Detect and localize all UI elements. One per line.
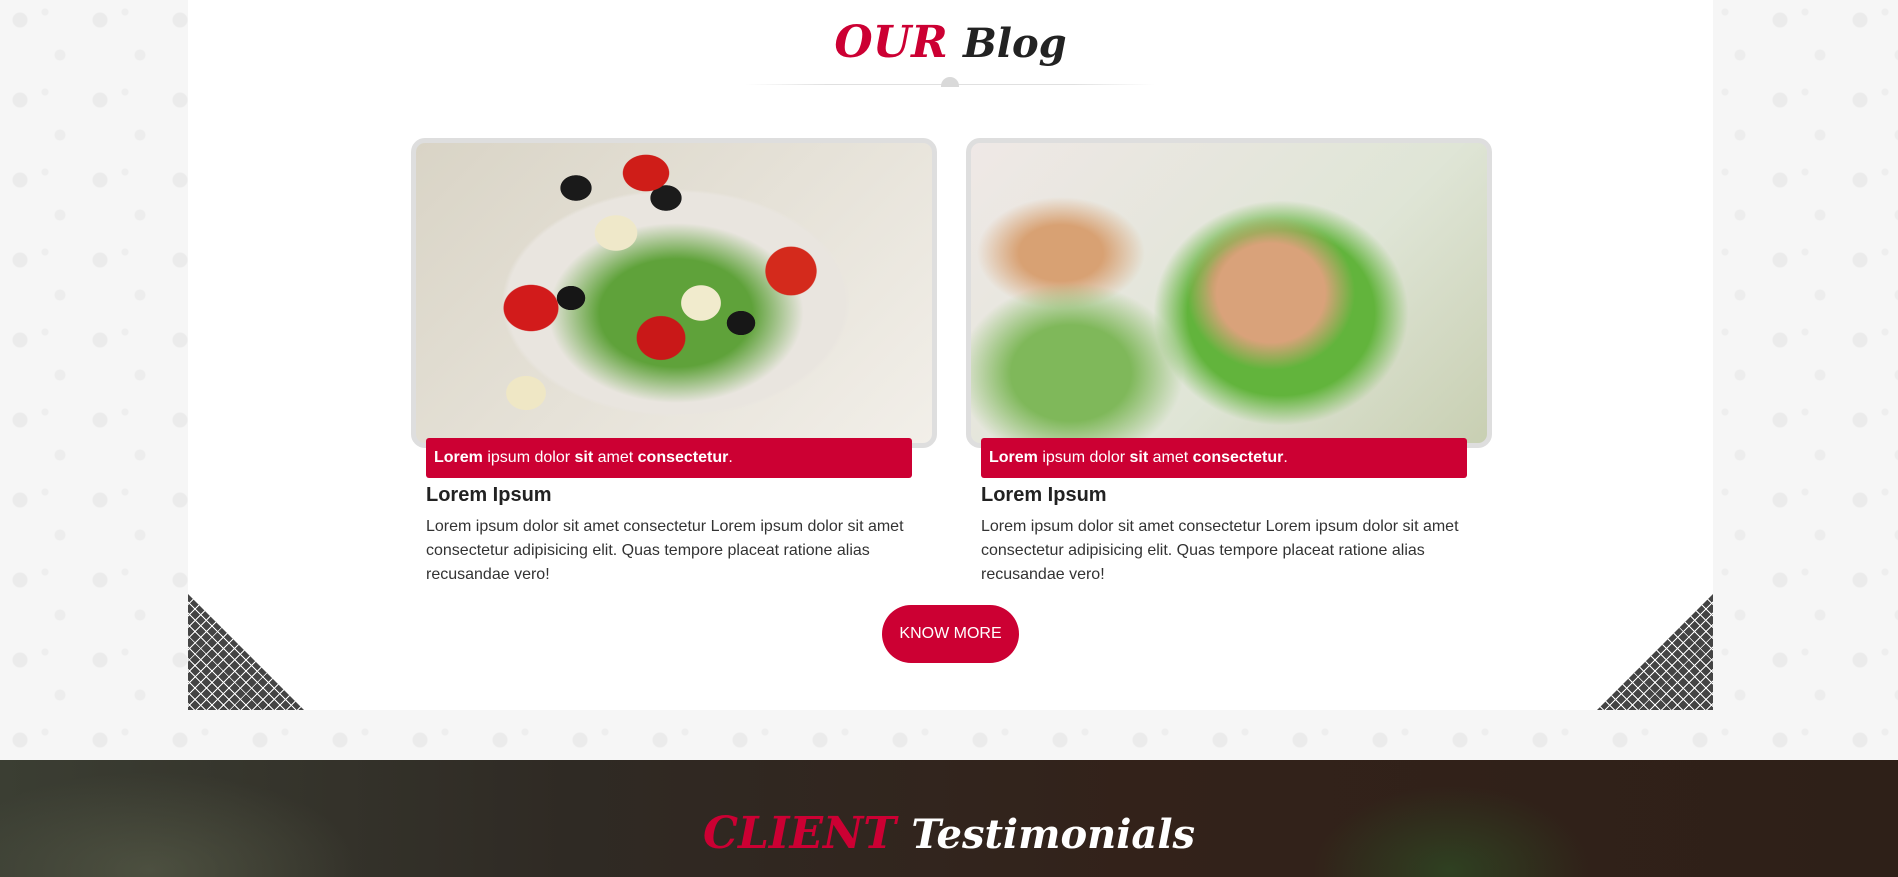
caption-bold: Lorem [434, 449, 483, 466]
card-text: Lorem ipsum dolor sit amet consectetur L… [981, 518, 1459, 583]
caption-bold: Lorem [989, 449, 1038, 466]
caption-bold: sit [1129, 449, 1149, 466]
blog-card[interactable]: Lorem ipsum dolor sit amet consectetur. … [966, 138, 1492, 583]
card-caption: Lorem ipsum dolor sit amet consectetur. [426, 438, 912, 478]
caption-bold: consectetur [637, 449, 729, 466]
card-text: Lorem ipsum dolor sit amet consectetur L… [426, 518, 904, 583]
card-caption: Lorem ipsum dolor sit amet consectetur. [981, 438, 1467, 478]
caption-text: ipsum dolor [1037, 449, 1130, 466]
caption-text: amet [593, 449, 638, 466]
testimonials-title-rest: Testimonials [911, 811, 1196, 858]
chicken-image[interactable] [966, 138, 1492, 448]
card-heading[interactable]: Lorem Ipsum [981, 484, 1107, 507]
salad-image[interactable] [411, 138, 937, 448]
blog-title: OUR Blog [188, 8, 1713, 79]
caption-bold: sit [574, 449, 594, 466]
testimonials-title: CLIENT Testimonials [0, 804, 1898, 865]
know-more-button[interactable]: KNOW MORE [882, 605, 1019, 663]
caption-text: . [1283, 449, 1288, 466]
caption-bold: consectetur [1192, 449, 1284, 466]
caption-text: . [728, 449, 733, 466]
blog-card[interactable]: Lorem ipsum dolor sit amet consectetur. … [411, 138, 937, 583]
card-heading[interactable]: Lorem Ipsum [426, 484, 552, 507]
caption-text: ipsum dolor [482, 449, 575, 466]
blog-title-rest: Blog [962, 20, 1067, 67]
blog-section: OUR Blog Lorem ipsum dolor sit amet cons… [188, 0, 1713, 710]
blog-title-accent: OUR [834, 17, 948, 68]
testimonials-section: CLIENT Testimonials [0, 760, 1898, 877]
caption-text: amet [1148, 449, 1193, 466]
testimonials-title-accent: CLIENT [702, 808, 896, 859]
